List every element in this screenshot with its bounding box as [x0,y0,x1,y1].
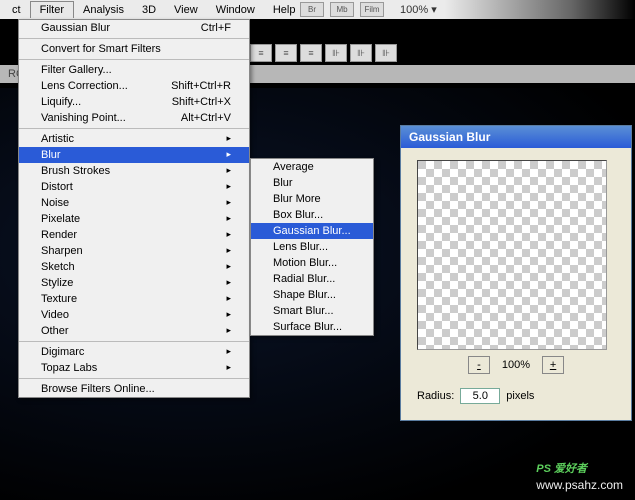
filter-video[interactable]: Video [19,307,249,323]
filter-digimarc[interactable]: Digimarc [19,344,249,360]
filter-lens-correction[interactable]: Lens Correction...Shift+Ctrl+R [19,78,249,94]
menu-view[interactable]: View [165,2,207,18]
filter-stylize[interactable]: Stylize [19,275,249,291]
blur-radial[interactable]: Radial Blur... [251,271,373,287]
align-icon[interactable]: ⊪ [325,44,347,62]
filter-browse-online[interactable]: Browse Filters Online... [19,381,249,397]
filter-sketch[interactable]: Sketch [19,259,249,275]
filter-other[interactable]: Other [19,323,249,339]
blur-submenu: Average Blur Blur More Box Blur... Gauss… [250,158,374,336]
radius-label: Radius: [417,390,454,402]
align-icon[interactable]: ⊪ [350,44,372,62]
menu-3d[interactable]: 3D [133,2,165,18]
filter-render[interactable]: Render [19,227,249,243]
blur-shape[interactable]: Shape Blur... [251,287,373,303]
blur-box[interactable]: Box Blur... [251,207,373,223]
filter-noise[interactable]: Noise [19,195,249,211]
gaussian-blur-dialog: Gaussian Blur - 100% + Radius: pixels [400,125,632,421]
dialog-preview[interactable] [417,160,607,350]
minibridge-icon[interactable]: Mb [330,2,354,17]
blur-motion[interactable]: Motion Blur... [251,255,373,271]
menu-ct[interactable]: ct [3,2,30,18]
filter-texture[interactable]: Texture [19,291,249,307]
watermark: PS 爱好者 www.psahz.com [536,452,623,492]
filter-blur[interactable]: Blur [19,147,249,163]
blur-surface[interactable]: Surface Blur... [251,319,373,335]
zoom-percent: 100% [502,359,530,371]
zoom-out-button[interactable]: - [468,356,490,374]
blur-average[interactable]: Average [251,159,373,175]
menu-help[interactable]: Help [264,2,305,18]
align-icon[interactable]: ≡ [250,44,272,62]
filter-sharpen[interactable]: Sharpen [19,243,249,259]
menu-analysis[interactable]: Analysis [74,2,133,18]
menu-filter[interactable]: Filter [30,1,74,18]
film-icon[interactable]: Film [360,2,384,17]
filter-convert-smart[interactable]: Convert for Smart Filters [19,41,249,57]
radius-unit: pixels [506,390,534,402]
filter-brush-strokes[interactable]: Brush Strokes [19,163,249,179]
filter-gallery[interactable]: Filter Gallery... [19,62,249,78]
filter-distort[interactable]: Distort [19,179,249,195]
align-icon[interactable]: ⊪ [375,44,397,62]
menu-window[interactable]: Window [207,2,264,18]
filter-topaz[interactable]: Topaz Labs [19,360,249,376]
blur-gaussian[interactable]: Gaussian Blur... [251,223,373,239]
toolbar-icons: Br Mb Film 100% ▾ [300,0,437,19]
filter-menu: Gaussian BlurCtrl+F Convert for Smart Fi… [18,19,250,398]
blur-blur[interactable]: Blur [251,175,373,191]
blur-more[interactable]: Blur More [251,191,373,207]
align-icon[interactable]: ≡ [275,44,297,62]
bridge-icon[interactable]: Br [300,2,324,17]
zoom-controls: - 100% + [401,356,631,374]
filter-vanishing-point[interactable]: Vanishing Point...Alt+Ctrl+V [19,110,249,126]
filter-pixelate[interactable]: Pixelate [19,211,249,227]
radius-input[interactable] [460,388,500,404]
filter-last[interactable]: Gaussian BlurCtrl+F [19,20,249,36]
blur-smart[interactable]: Smart Blur... [251,303,373,319]
blur-lens[interactable]: Lens Blur... [251,239,373,255]
zoom-value[interactable]: 100% ▾ [400,3,437,16]
filter-artistic[interactable]: Artistic [19,131,249,147]
align-icon[interactable]: ≡ [300,44,322,62]
dialog-title: Gaussian Blur [401,126,631,148]
filter-liquify[interactable]: Liquify...Shift+Ctrl+X [19,94,249,110]
zoom-in-button[interactable]: + [542,356,564,374]
radius-row: Radius: pixels [401,384,631,420]
align-toolbar: ≡ ≡ ≡ ⊪ ⊪ ⊪ [250,42,430,64]
